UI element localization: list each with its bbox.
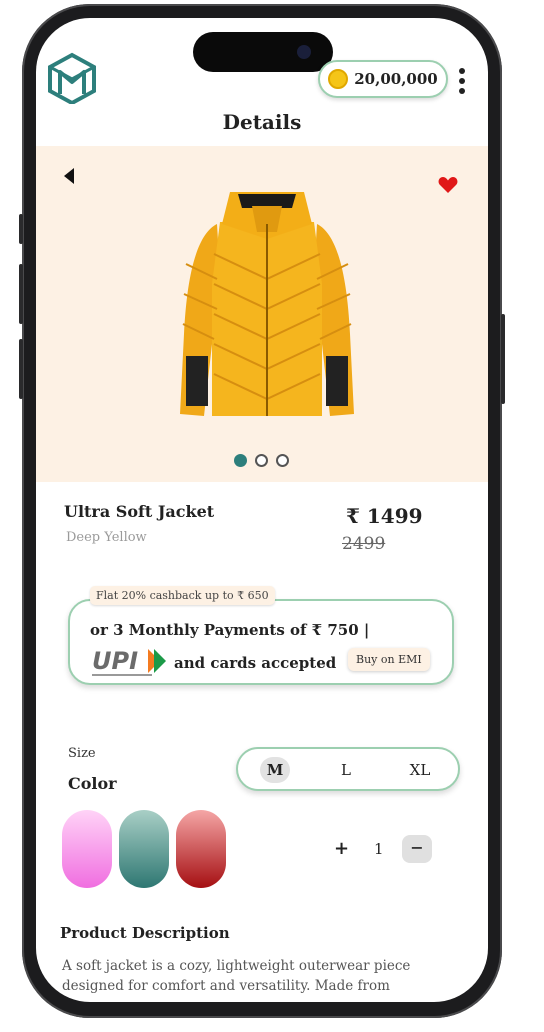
coin-balance-value: 20,00,000 (354, 70, 438, 88)
product-price: ₹ 1499 (346, 504, 423, 528)
color-swatch-pink[interactable] (62, 810, 112, 888)
coin-balance-pill[interactable]: 20,00,000 (318, 60, 448, 98)
jacket-image (180, 192, 354, 416)
size-selector: M L XL (236, 747, 460, 791)
description-title: Product Description (60, 924, 230, 942)
more-options-icon[interactable] (457, 68, 467, 94)
cards-accepted-text: and cards accepted (174, 654, 337, 672)
volume-up-button (19, 264, 23, 324)
volume-down-button (19, 339, 23, 399)
app-screen: 20,00,000 Details Ultra Soft Jacket Deep… (36, 18, 488, 1002)
carousel-dots (234, 454, 289, 467)
camera-icon (297, 45, 311, 59)
product-variant: Deep Yellow (66, 530, 147, 545)
coin-icon (328, 69, 349, 89)
power-button (501, 314, 505, 404)
description-text: A soft jacket is a cozy, lightweight out… (62, 958, 411, 994)
product-original-price: 2499 (342, 534, 386, 554)
size-option-m[interactable]: M (260, 757, 290, 783)
heart-icon[interactable] (438, 176, 458, 194)
side-button (19, 214, 23, 244)
buy-on-emi-button[interactable]: Buy on EMI (348, 648, 430, 671)
carousel-dot-2[interactable] (255, 454, 268, 467)
carousel-dot-1[interactable] (234, 454, 247, 467)
svg-text:UPI: UPI (92, 647, 138, 675)
color-swatch-red[interactable] (176, 810, 226, 888)
cashback-badge: Flat 20% cashback up to ₹ 650 (90, 586, 275, 605)
size-option-l[interactable]: L (334, 757, 358, 783)
quantity-value: 1 (374, 840, 384, 858)
quantity-decrease-button[interactable]: − (402, 835, 432, 863)
carousel-dot-3[interactable] (276, 454, 289, 467)
back-arrow-icon[interactable] (64, 168, 74, 184)
quantity-increase-button[interactable]: + (334, 838, 349, 859)
dynamic-island (193, 32, 333, 72)
color-label: Color (68, 774, 117, 793)
product-image-carousel[interactable] (36, 146, 488, 482)
color-swatch-teal[interactable] (119, 810, 169, 888)
page-title: Details (222, 110, 302, 134)
upi-logo-icon: UPI (92, 647, 166, 676)
brand-logo-icon[interactable] (46, 52, 98, 104)
product-name: Ultra Soft Jacket (64, 502, 215, 521)
size-label: Size (68, 746, 96, 761)
emi-offer-text: or 3 Monthly Payments of ₹ 750 | (90, 621, 370, 639)
size-option-xl[interactable]: XL (402, 757, 438, 783)
